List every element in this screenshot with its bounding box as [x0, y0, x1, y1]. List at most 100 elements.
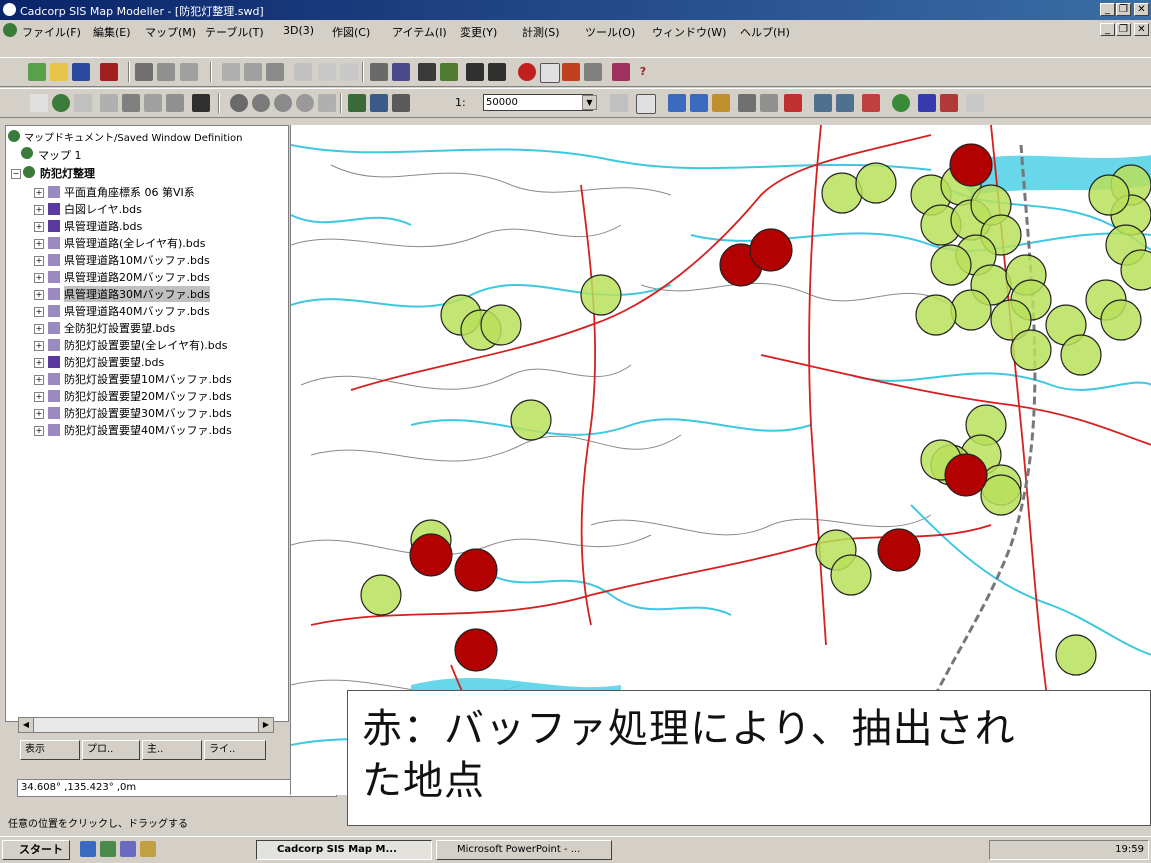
scale-dropdown-icon[interactable]: ▼: [582, 95, 597, 110]
menu-window[interactable]: ウィンドウ(W): [652, 24, 726, 40]
doc-close-button[interactable]: ✕: [1134, 23, 1149, 36]
expand-icon[interactable]: +: [34, 188, 44, 198]
collapse-icon[interactable]: −: [11, 169, 21, 179]
zoom-tool-icon[interactable]: [814, 94, 832, 112]
redo-icon[interactable]: [340, 63, 358, 81]
binocular-icon[interactable]: [192, 94, 210, 112]
task-cadcorp[interactable]: Cadcorp SIS Map M...: [256, 840, 432, 860]
layer-item[interactable]: 県管理道路30Mバッファ.bds: [64, 286, 210, 302]
browser-icon[interactable]: [80, 841, 96, 857]
restore-button[interactable]: ❐: [1116, 3, 1131, 16]
style-icon[interactable]: [584, 63, 602, 81]
globe-icon[interactable]: [52, 94, 70, 112]
layer-item[interactable]: 平面直角座標系 06 第VI系: [64, 184, 195, 200]
desktop-icon[interactable]: [100, 841, 116, 857]
save-as-icon[interactable]: [100, 63, 118, 81]
world-icon[interactable]: [892, 94, 910, 112]
open-icon[interactable]: [50, 63, 68, 81]
layer-down-icon[interactable]: [940, 94, 958, 112]
digitize-icon[interactable]: [418, 63, 436, 81]
new-map-icon[interactable]: [28, 63, 46, 81]
expand-icon[interactable]: +: [34, 426, 44, 436]
clip-icon[interactable]: [144, 94, 162, 112]
save-icon[interactable]: [72, 63, 90, 81]
layer-item[interactable]: 防犯灯設置要望10Mバッファ.bds: [64, 371, 232, 387]
cut-icon[interactable]: [222, 63, 240, 81]
menu-table[interactable]: テーブル(T): [205, 24, 264, 40]
layer-item[interactable]: 防犯灯設置要望40Mバッファ.bds: [64, 422, 232, 438]
expand-icon[interactable]: +: [34, 290, 44, 300]
zoom-tool-2-icon[interactable]: [836, 94, 854, 112]
delete-icon[interactable]: [294, 63, 312, 81]
expand-icon[interactable]: +: [34, 358, 44, 368]
menu-help[interactable]: ヘルプ(H): [740, 24, 790, 40]
overview-icon[interactable]: [862, 94, 880, 112]
tree-horizontal-scrollbar[interactable]: ◀ ▶: [18, 717, 274, 733]
expand-icon[interactable]: +: [34, 222, 44, 232]
home-icon[interactable]: [712, 94, 730, 112]
menu-tools[interactable]: ツール(O): [585, 24, 635, 40]
record-icon[interactable]: [518, 63, 536, 81]
menu-item[interactable]: アイテム(I): [392, 24, 447, 40]
expand-icon[interactable]: +: [34, 273, 44, 283]
task-powerpoint[interactable]: Microsoft PowerPoint - ...: [436, 840, 612, 860]
expand-icon[interactable]: +: [34, 205, 44, 215]
menu-file[interactable]: ファイル(F): [22, 24, 81, 40]
frame-icon[interactable]: [636, 94, 656, 114]
link-icon[interactable]: [74, 94, 92, 112]
tab-display[interactable]: 表示: [20, 740, 80, 760]
tab-properties[interactable]: プロ..: [82, 740, 140, 760]
menu-map[interactable]: マップ(M): [145, 24, 196, 40]
quicklaunch-icon[interactable]: [120, 841, 136, 857]
menu-measure[interactable]: 計測(S): [522, 24, 560, 40]
menu-3d[interactable]: 3D(3): [283, 24, 314, 37]
doc-restore-button[interactable]: ❐: [1116, 23, 1131, 36]
doc-minimize-button[interactable]: _: [1100, 23, 1115, 36]
tree-map-1[interactable]: マップ 1: [38, 147, 82, 163]
start-button[interactable]: スタート: [2, 840, 70, 860]
refresh-icon[interactable]: [610, 94, 628, 112]
layer-item[interactable]: 防犯灯設置要望20Mバッファ.bds: [64, 388, 232, 404]
pan-icon[interactable]: [318, 94, 336, 112]
back-icon[interactable]: [668, 94, 686, 112]
forward-icon[interactable]: [690, 94, 708, 112]
close-button[interactable]: ✕: [1134, 3, 1149, 16]
layer-item[interactable]: 県管理道路.bds: [64, 218, 142, 234]
find-next-icon[interactable]: [488, 63, 506, 81]
tab-library[interactable]: ライ..: [204, 740, 266, 760]
zoom-in-icon[interactable]: [230, 94, 248, 112]
minimize-button[interactable]: _: [1100, 3, 1115, 16]
layer-item[interactable]: 県管理道路(全レイヤ有).bds: [64, 235, 205, 251]
zoom-out-icon[interactable]: [252, 94, 270, 112]
expand-icon[interactable]: +: [34, 341, 44, 351]
menu-edit[interactable]: 編集(E): [93, 24, 131, 40]
tree-group[interactable]: 防犯灯整理: [40, 165, 95, 181]
layer-item[interactable]: 白図レイヤ.bds: [64, 201, 142, 217]
expand-icon[interactable]: +: [34, 409, 44, 419]
copy-map-icon[interactable]: [100, 94, 118, 112]
expand-icon[interactable]: +: [34, 392, 44, 402]
expand-icon[interactable]: +: [34, 256, 44, 266]
marker-icon[interactable]: [784, 94, 802, 112]
table-icon[interactable]: [540, 63, 560, 83]
settings-icon[interactable]: [966, 94, 984, 112]
tab-main[interactable]: 主..: [142, 740, 202, 760]
zoom-previous-icon[interactable]: [296, 94, 314, 112]
layer-icon[interactable]: [440, 63, 458, 81]
scroll-left-icon[interactable]: ◀: [19, 718, 34, 732]
menu-draw[interactable]: 作図(C): [332, 24, 370, 40]
undo-icon[interactable]: [318, 63, 336, 81]
zoom-scale-icon[interactable]: [392, 94, 410, 112]
theme-icon[interactable]: [562, 63, 580, 81]
zoom-layer-icon[interactable]: [370, 94, 388, 112]
grid-icon[interactable]: [370, 63, 388, 81]
layer-item[interactable]: 防犯灯設置要望.bds: [64, 354, 164, 370]
pointer-icon[interactable]: [30, 94, 48, 112]
expand-icon[interactable]: +: [34, 239, 44, 249]
menu-change[interactable]: 変更(Y): [460, 24, 497, 40]
layer-item[interactable]: 県管理道路20Mバッファ.bds: [64, 269, 210, 285]
expand-icon[interactable]: +: [34, 324, 44, 334]
print-icon[interactable]: [135, 63, 153, 81]
paste-icon[interactable]: [266, 63, 284, 81]
expand-icon[interactable]: +: [34, 307, 44, 317]
